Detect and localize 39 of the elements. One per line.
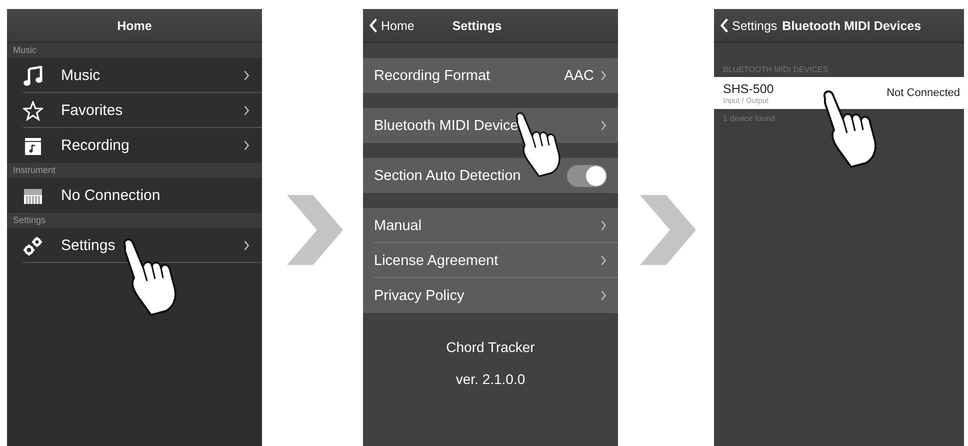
chevron-icon <box>600 70 607 81</box>
settings-row: Section Auto Detection <box>363 158 618 193</box>
section-header: BLUETOOTH MIDI DEVICES <box>722 64 830 76</box>
screen-title: Settings <box>452 18 502 32</box>
settings-item[interactable]: Manual <box>363 208 618 243</box>
section-header: Instrument <box>7 163 262 178</box>
toggle-switch[interactable] <box>567 164 607 186</box>
menu-item[interactable]: No Connection <box>7 178 262 213</box>
star-icon <box>23 100 43 120</box>
menu-item[interactable]: Settings <box>7 228 262 263</box>
chevron-icon <box>600 290 607 301</box>
screen-title: Home <box>117 18 152 32</box>
menu-item[interactable]: Favorites <box>7 93 262 128</box>
version-text: ver. 2.1.0.0 <box>454 371 526 387</box>
settings-item[interactable]: Bluetooth MIDI Device <box>363 108 618 143</box>
chevron-icon <box>600 220 607 231</box>
flow-arrow <box>287 195 343 265</box>
flow-arrow <box>640 195 696 265</box>
device-status: Not Connected <box>886 87 960 99</box>
back-button[interactable]: Settings <box>714 18 778 33</box>
gears-icon <box>23 236 43 256</box>
folder-note-icon <box>23 136 43 156</box>
settings-item[interactable]: Recording Format AAC <box>363 58 618 93</box>
back-chevron-icon <box>720 18 729 33</box>
music-note-icon <box>23 66 43 86</box>
screen-title: Bluetooth MIDI Devices <box>782 18 922 32</box>
chevron-icon <box>600 255 607 266</box>
back-chevron-icon <box>369 18 378 33</box>
menu-item[interactable]: Recording <box>7 128 262 163</box>
app-name: Chord Tracker <box>445 339 536 355</box>
back-button[interactable]: Home <box>363 18 414 33</box>
chevron-icon <box>600 120 607 131</box>
device-name: SHS-500 <box>723 82 775 96</box>
section-header: Settings <box>7 213 262 228</box>
device-count: 1 device found <box>722 113 776 123</box>
settings-item[interactable]: Privacy Policy <box>363 278 618 313</box>
settings-item[interactable]: License Agreement <box>363 243 618 278</box>
section-header: Music <box>7 43 262 58</box>
menu-item[interactable]: Music <box>7 58 262 93</box>
